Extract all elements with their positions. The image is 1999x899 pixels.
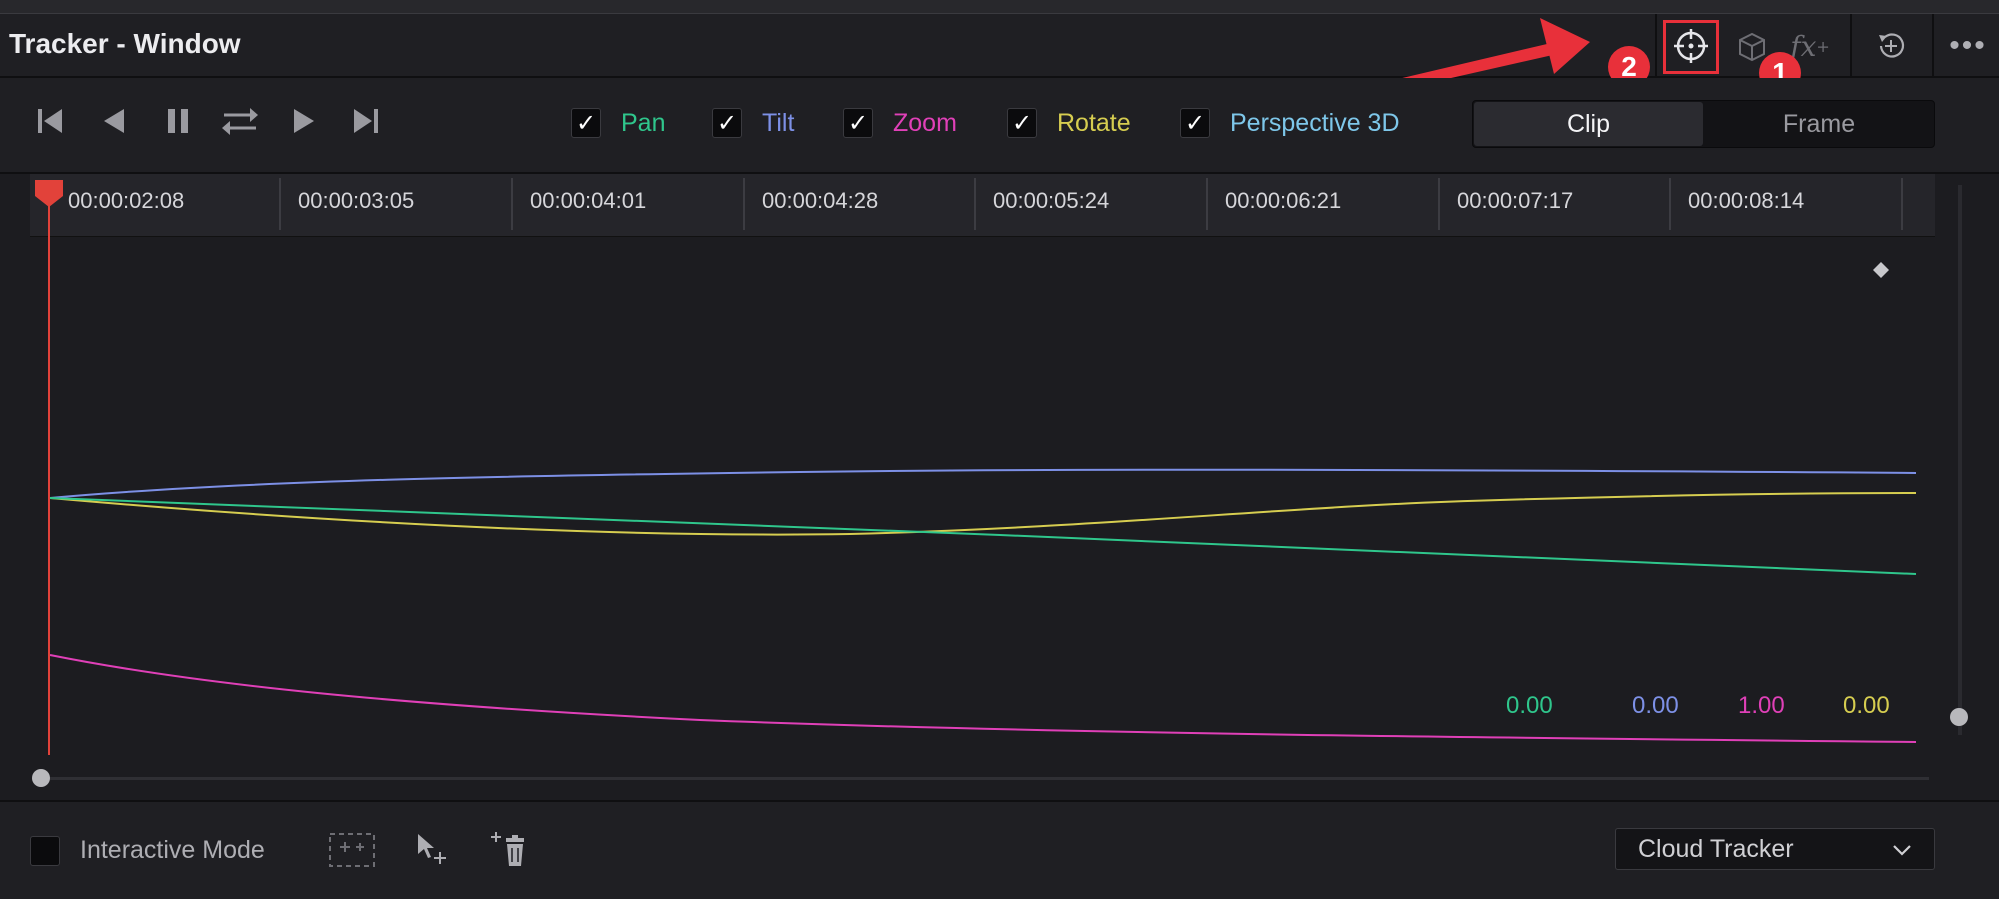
horizontal-zoom-handle[interactable] [32,769,50,787]
add-tracker-point-icon[interactable] [328,830,376,870]
tilt-curve [49,468,1917,499]
chevron-down-icon [1893,845,1911,856]
select-tracker-point-icon[interactable] [416,830,450,870]
delete-tracker-point-icon[interactable] [488,828,532,870]
graph-curves [35,180,1917,755]
horizontal-zoom-track[interactable] [36,777,1929,780]
pan-value: 0.00 [1506,692,1553,719]
interactive-mode-checkbox[interactable] [30,836,60,866]
keyframe-diamond-icon [1873,262,1889,278]
zoom-value: 1.00 [1738,692,1785,719]
playhead-marker-icon [35,180,63,207]
rotate-value: 0.00 [1843,692,1890,719]
pan-curve [49,497,1917,575]
tilt-value: 0.00 [1632,692,1679,719]
vertical-zoom-handle[interactable] [1950,708,1968,726]
rotate-curve [49,492,1917,536]
interactive-mode-label: Interactive Mode [80,836,265,864]
vertical-zoom-track[interactable] [1958,185,1962,735]
tracker-type-value: Cloud Tracker [1638,835,1794,863]
